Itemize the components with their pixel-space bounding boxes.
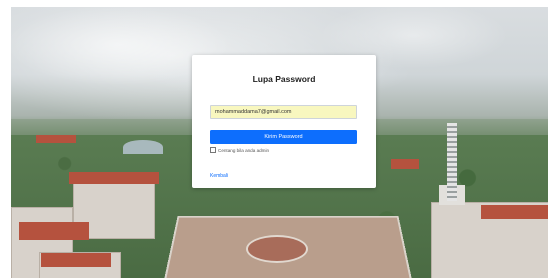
campus-roof <box>481 205 548 219</box>
plaza-fountain <box>246 235 308 263</box>
transmission-tower <box>447 123 457 201</box>
admin-checkbox[interactable] <box>210 147 216 153</box>
distant-roof <box>36 135 76 143</box>
page-title: Lupa Password <box>252 74 316 84</box>
dome-roof <box>123 140 163 154</box>
admin-checkbox-row[interactable]: Centang bila anda admin <box>210 146 269 154</box>
campus-roof <box>69 172 159 184</box>
forgot-password-card: Lupa Password Kirim Password Centang bil… <box>192 55 376 188</box>
send-password-button[interactable]: Kirim Password <box>210 130 357 144</box>
email-field[interactable] <box>210 105 357 119</box>
campus-roof <box>19 222 89 240</box>
distant-roof <box>391 159 419 169</box>
back-link[interactable]: Kembali <box>210 173 228 179</box>
campus-roof <box>41 253 111 267</box>
admin-checkbox-label: Centang bila anda admin <box>218 147 270 153</box>
